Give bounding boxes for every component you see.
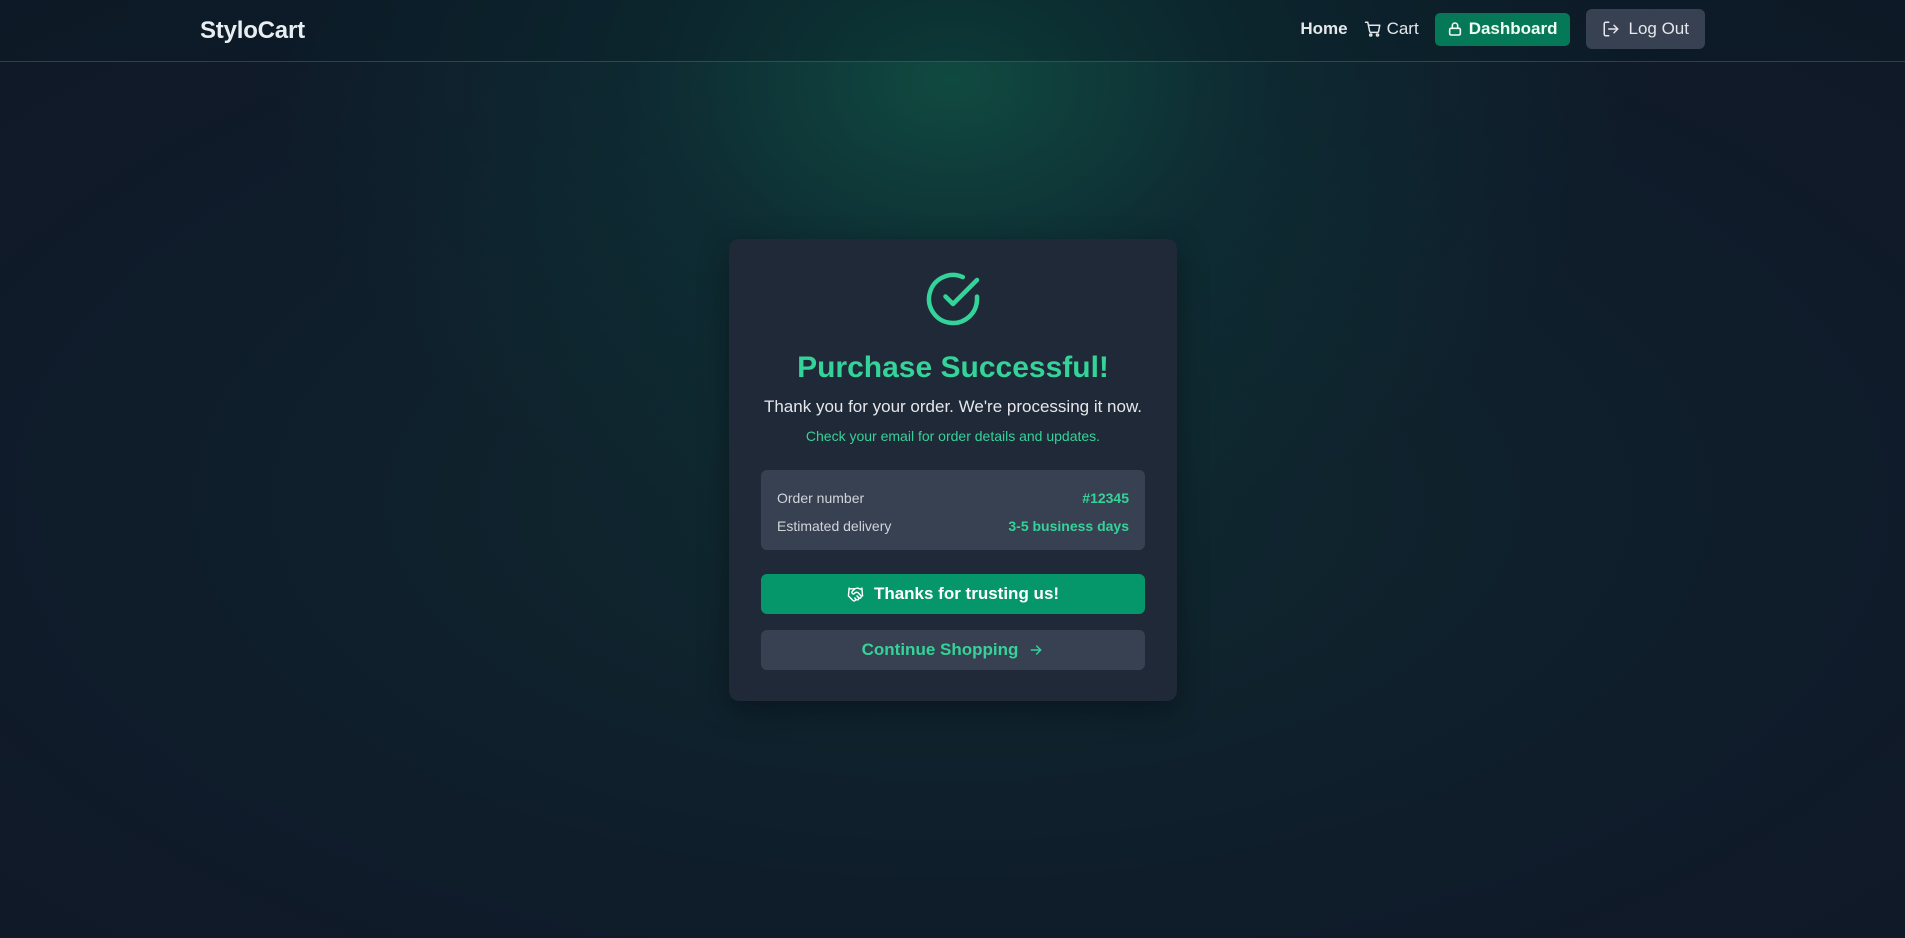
handshake-icon: [847, 586, 864, 602]
continue-shopping-button[interactable]: Continue Shopping: [761, 630, 1145, 670]
brand-logo[interactable]: StyloCart: [200, 17, 305, 45]
email-note: Check your email for order details and u…: [805, 428, 1101, 444]
thanks-button[interactable]: Thanks for trusting us!: [761, 574, 1145, 614]
logout-icon: [1603, 21, 1618, 37]
nav-links: Home Cart Dashboard Log Out: [1300, 9, 1705, 49]
arrow-right-icon: [1030, 645, 1042, 655]
purchase-success-card: Purchase Successful! Thank you for your …: [729, 239, 1177, 701]
continue-shopping-label: Continue Shopping: [861, 640, 1019, 659]
order-number-value: #12345: [1082, 490, 1129, 506]
estimated-delivery-row: Estimated delivery 3-5 business days: [777, 512, 1129, 540]
estimated-delivery-label: Estimated delivery: [777, 518, 892, 534]
logout-button-label: Log Out: [1628, 19, 1690, 38]
cart-icon: [1364, 21, 1381, 37]
nav-cart-label: Cart: [1386, 19, 1419, 38]
dashboard-button[interactable]: Dashboard: [1434, 12, 1570, 46]
thanks-button-label: Thanks for trusting us!: [873, 584, 1060, 603]
nav-home-link[interactable]: Home: [1300, 19, 1347, 39]
lock-icon: [1448, 22, 1461, 36]
page: StyloCart Home Cart Dashboard Log Out Pu…: [0, 0, 1905, 938]
success-title: Purchase Successful!: [797, 351, 1109, 384]
success-subtitle: Thank you for your order. We're processi…: [763, 397, 1143, 416]
dashboard-button-label: Dashboard: [1468, 19, 1558, 38]
navbar: StyloCart Home Cart Dashboard Log Out: [0, 0, 1905, 62]
estimated-delivery-value: 3-5 business days: [1008, 518, 1129, 534]
order-number-label: Order number: [777, 490, 865, 506]
logout-button[interactable]: Log Out: [1585, 9, 1705, 49]
order-details-panel: Order number #12345 Estimated delivery 3…: [761, 470, 1145, 550]
nav-cart-link[interactable]: Cart: [1364, 19, 1419, 39]
check-circle-icon: [923, 269, 983, 329]
order-number-row: Order number #12345: [777, 484, 1129, 512]
